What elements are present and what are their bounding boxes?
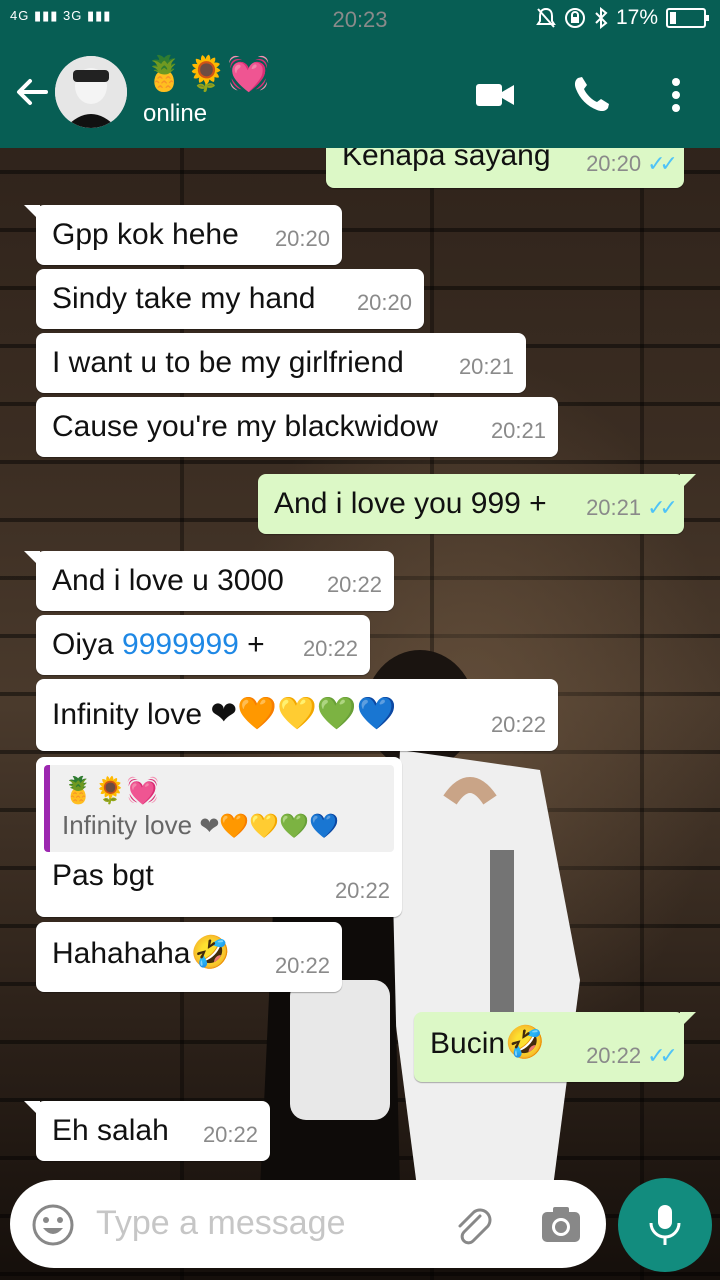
silent-bell-icon [536,7,556,28]
message-text: Hahahaha [52,937,191,970]
message-text: Sindy take my hand [52,282,316,315]
battery-icon [666,8,709,28]
mic-button[interactable] [618,1178,712,1272]
mic-icon [649,1205,681,1245]
message-incoming[interactable]: Infinity love ❤🧡💛💚💙 20:22 [36,679,558,751]
message-time: 20:20 [356,290,412,315]
message-text: And i love u 3000 [52,564,284,597]
laughing-emoji-icon: 🤣 [505,1023,545,1061]
contact-name[interactable]: 🍍🌻💓 [143,54,270,94]
message-text: Cause you're my blackwidow [52,410,438,443]
phone-number-link[interactable]: 9999999 [122,628,239,661]
message-incoming[interactable]: Cause you're my blackwidow 20:21 [36,397,558,457]
lock-rotation-icon [564,8,585,28]
laughing-emoji-icon: 🤣 [190,933,231,971]
message-outgoing[interactable]: Kenapa sayang 20:20 ✓✓ [326,148,684,188]
back-arrow-icon[interactable] [14,74,50,110]
read-ticks-icon: ✓✓ [647,495,678,520]
message-incoming[interactable]: And i love u 3000 20:22 [24,551,394,611]
message-time: 20:21 [490,418,546,443]
message-outgoing[interactable]: And i love you 999 + 20:21 ✓✓ [258,474,696,534]
message-text: Eh salah [52,1114,169,1147]
message-text: And i love you 999 + [274,487,547,520]
contact-status: online [143,100,208,127]
quoted-text: Infinity love ❤🧡💛💚💙 [62,810,339,840]
message-text: Kenapa sayang [342,148,551,172]
message-text-before: Oiya [52,628,123,661]
battery-percent: 17% [615,6,658,29]
message-input[interactable]: Type a message [96,1204,345,1243]
message-incoming[interactable]: Gpp kok hehe 20:20 [24,205,342,265]
message-incoming[interactable]: Oiya 9999999 + 20:22 [36,615,370,675]
message-text: Gpp kok hehe [52,218,239,251]
video-call-icon[interactable] [472,72,518,118]
message-time: 20:22 [202,1122,258,1147]
message-outgoing[interactable]: Bucin🤣 20:22 ✓✓ [414,1012,696,1082]
message-time: 20:22 [302,636,358,661]
message-text: Bucin [430,1027,506,1060]
quoted-author: 🍍🌻💓 [62,776,160,806]
message-time: 20:21 [586,495,642,520]
more-vert-icon[interactable] [653,72,699,118]
read-ticks-icon: ✓✓ [647,151,678,176]
read-ticks-icon: ✓✓ [647,1043,678,1068]
emoji-icon[interactable] [30,1202,76,1248]
status-icons: 17% [536,6,709,30]
quoted-message[interactable]: 🍍🌻💓 Infinity love ❤🧡💛💚💙 [44,765,394,852]
message-time: 20:20 [274,226,330,251]
bluetooth-icon [595,7,608,29]
message-text: I want u to be my girlfriend [52,346,404,379]
message-text: Pas bgt [52,859,154,892]
message-time: 20:21 [458,354,514,379]
contact-avatar[interactable] [55,56,127,128]
message-incoming[interactable]: I want u to be my girlfriend 20:21 [36,333,526,393]
message-incoming[interactable]: Sindy take my hand 20:20 [36,269,424,329]
camera-icon[interactable] [540,1204,582,1246]
message-time: 20:22 [274,953,330,978]
message-text-after: + [238,628,265,661]
message-time: 20:20 [586,151,642,176]
hearts-emoji: ❤🧡💛💚💙 [210,694,397,732]
chat-header: 🍍🌻💓 online [0,36,720,148]
message-text: Infinity love [52,698,203,731]
message-input-bar: Type a message [10,1180,606,1268]
avatar-image [55,56,127,128]
message-incoming-reply[interactable]: 🍍🌻💓 Infinity love ❤🧡💛💚💙 Pas bgt 20:22 [36,757,402,917]
message-time: 20:22 [334,878,390,903]
message-time: 20:22 [326,572,382,597]
message-time: 20:22 [586,1043,642,1068]
status-bar: 4G ▮▮▮ 3G ▮▮▮ 20:23 17% [0,0,720,36]
phone-icon[interactable] [568,72,614,118]
message-time: 20:22 [490,712,546,737]
attach-icon[interactable] [450,1202,496,1248]
message-incoming[interactable]: Eh salah 20:22 [24,1101,270,1161]
message-list[interactable]: Kenapa sayang 20:20 ✓✓ Gpp kok hehe 20:20… [0,148,720,1178]
message-incoming[interactable]: Hahahaha🤣 20:22 [36,922,342,992]
